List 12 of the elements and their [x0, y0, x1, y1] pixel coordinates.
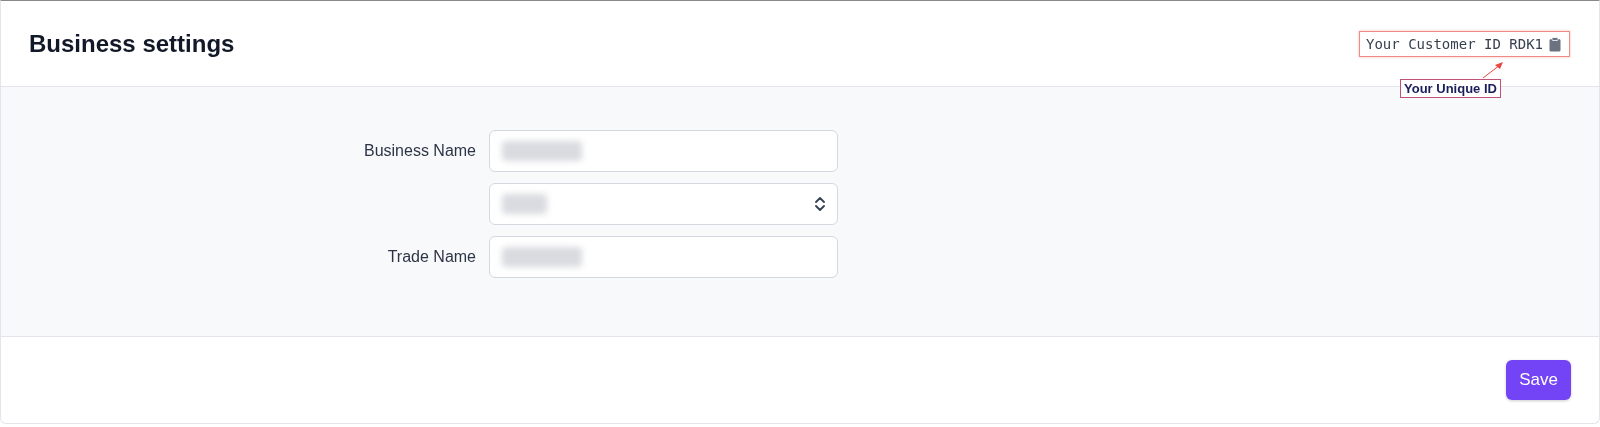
- chevron-up-down-icon: [815, 196, 825, 212]
- page-title: Business settings: [29, 29, 235, 58]
- field-label: Trade Name: [386, 247, 476, 267]
- field-label: Business Name: [362, 141, 476, 161]
- annotation-label: Your Unique ID: [1400, 79, 1501, 98]
- select-field[interactable]: [489, 183, 838, 225]
- input-field[interactable]: [489, 236, 838, 278]
- input-field[interactable]: [489, 130, 838, 172]
- customer-id-text: Your Customer ID RDK1: [1366, 36, 1543, 52]
- annotation-arrow: [1481, 60, 1505, 80]
- clipboard-icon[interactable]: [1549, 36, 1561, 52]
- save-button[interactable]: Save: [1506, 360, 1571, 400]
